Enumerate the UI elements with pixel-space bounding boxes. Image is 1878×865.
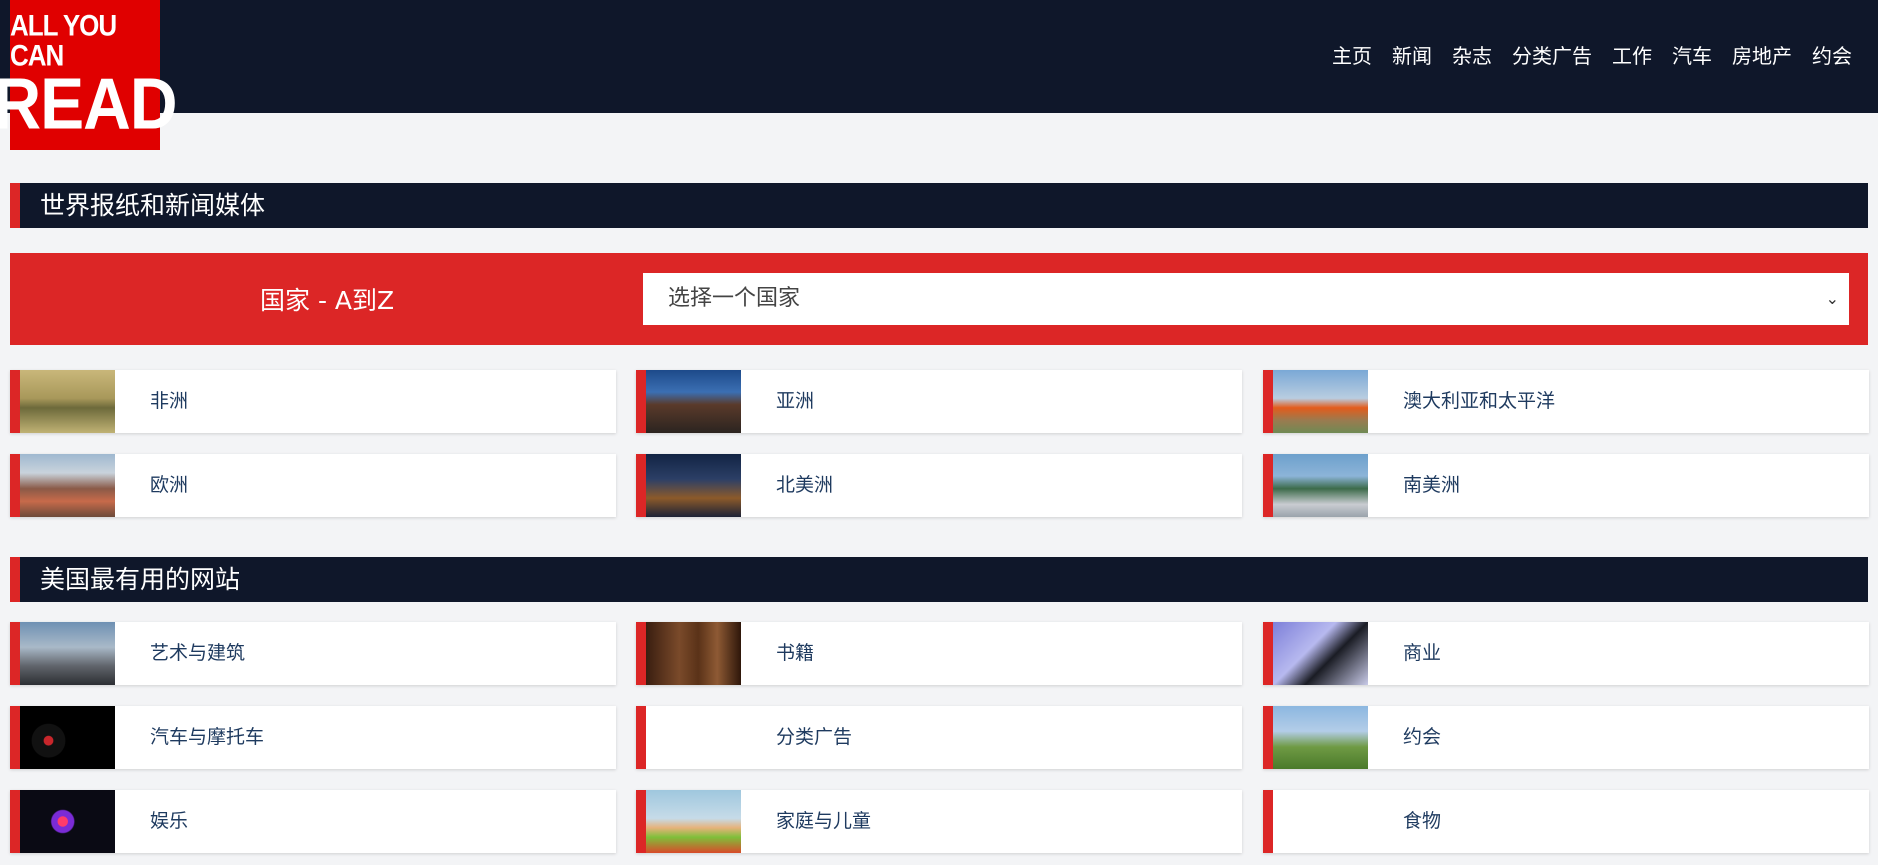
logo-line1: ALL YOU CAN [10,7,117,73]
nav-real-estate[interactable]: 房地产 [1732,40,1792,69]
category-label: 分类广告 [776,726,853,748]
region-label: 北美洲 [776,474,834,496]
category-label: 家庭与儿童 [776,810,872,832]
asia-image [646,370,741,433]
nav-magazines[interactable]: 杂志 [1452,40,1492,69]
category-card-entertainment[interactable]: 娱乐 [10,790,616,853]
category-card-business[interactable]: 商业 [1263,622,1869,685]
main-nav: 主页 新闻 杂志 分类广告 工作 汽车 房地产 约会 [1312,40,1852,69]
category-card-dating[interactable]: 约会 [1263,706,1869,769]
country-select[interactable]: 选择一个国家 ⌄ [643,273,1849,325]
region-card-north-america[interactable]: 北美洲 [636,454,1242,517]
category-label: 娱乐 [150,810,189,832]
logo-line2: READ [0,62,178,144]
category-label: 食物 [1403,810,1442,832]
nav-classifieds[interactable]: 分类广告 [1512,40,1592,69]
top-header: 主页 新闻 杂志 分类广告 工作 汽车 房地产 约会 [0,0,1878,113]
nav-news[interactable]: 新闻 [1392,40,1432,69]
category-card-classifieds[interactable]: 分类广告 [636,706,1242,769]
business-image [1273,622,1368,685]
category-label: 汽车与摩托车 [150,726,265,748]
north-america-image [646,454,741,517]
category-label: 书籍 [776,642,815,664]
country-selector-bar: 国家 - A到Z 选择一个国家 ⌄ [10,253,1868,345]
region-card-europe[interactable]: 欧洲 [10,454,616,517]
region-card-africa[interactable]: 非洲 [10,370,616,433]
region-label: 南美洲 [1403,474,1461,496]
site-logo[interactable]: ALL YOU CAN READ [0,0,178,150]
chevron-down-icon: ⌄ [1825,289,1839,308]
africa-image [20,370,115,433]
category-card-art[interactable]: 艺术与建筑 [10,622,616,685]
europe-image [20,454,115,517]
cars-image [20,706,115,769]
category-card-books[interactable]: 书籍 [636,622,1242,685]
section-title-useful-websites: 美国最有用的网站 [10,557,1868,602]
country-select-value: 选择一个国家 [668,286,801,311]
region-label: 非洲 [150,390,189,412]
region-card-australia[interactable]: 澳大利亚和太平洋 [1263,370,1869,433]
category-label: 商业 [1403,642,1442,664]
nav-cars[interactable]: 汽车 [1672,40,1712,69]
nav-home[interactable]: 主页 [1332,40,1372,69]
art-image [20,622,115,685]
entertainment-image [20,790,115,853]
country-label: 国家 - A到Z [260,286,395,315]
region-label: 欧洲 [150,474,189,496]
australia-image [1273,370,1368,433]
family-image [646,790,741,853]
category-label: 艺术与建筑 [150,642,246,664]
nav-jobs[interactable]: 工作 [1612,40,1652,69]
category-card-family[interactable]: 家庭与儿童 [636,790,1242,853]
dating-image [1273,706,1368,769]
category-card-food[interactable]: 食物 [1263,790,1869,853]
region-card-south-america[interactable]: 南美洲 [1263,454,1869,517]
region-label: 澳大利亚和太平洋 [1403,390,1556,412]
section-title-world-newspapers: 世界报纸和新闻媒体 [10,183,1868,228]
category-card-cars[interactable]: 汽车与摩托车 [10,706,616,769]
books-image [646,622,741,685]
region-card-asia[interactable]: 亚洲 [636,370,1242,433]
region-label: 亚洲 [776,390,815,412]
nav-dating[interactable]: 约会 [1812,40,1852,69]
south-america-image [1273,454,1368,517]
category-label: 约会 [1403,726,1442,748]
